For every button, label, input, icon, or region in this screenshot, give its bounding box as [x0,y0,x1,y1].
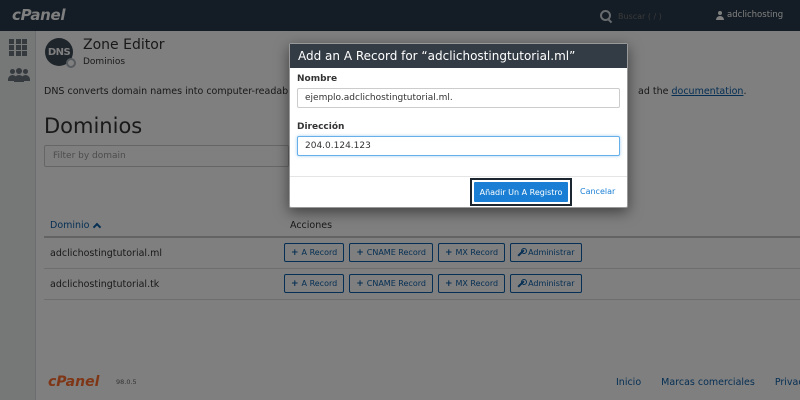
dialog-body: Nombre Dirección [290,68,627,177]
address-input[interactable] [297,136,620,156]
add-a-record-dialog: Add an A Record for “adclichostingtutori… [289,43,628,208]
dialog-title: Add an A Record for “adclichostingtutori… [290,44,627,68]
name-label: Nombre [297,74,338,84]
add-a-record-submit-label: Añadir Un A Registro [474,182,568,202]
add-a-record-submit-button[interactable]: Añadir Un A Registro [470,178,572,206]
name-input[interactable] [297,88,620,108]
address-label: Dirección [297,122,345,132]
dialog-footer: Añadir Un A Registro Cancelar [290,177,627,207]
cancel-link[interactable]: Cancelar [580,187,615,196]
